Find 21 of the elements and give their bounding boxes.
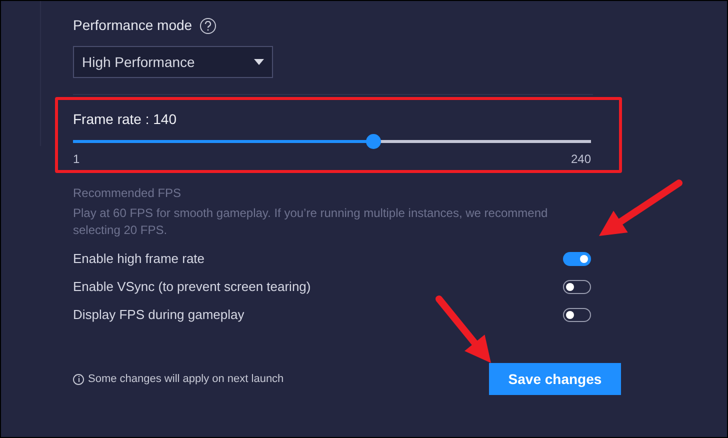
info-note: Some changes will apply on next launch <box>88 372 284 387</box>
arrow-icon <box>599 180 682 236</box>
mode-dropdown[interactable]: High Performance <box>73 46 273 78</box>
toggle-label: Display FPS during gameplay <box>73 306 244 324</box>
max-value: 240 <box>570 151 591 168</box>
recommended-text: Play at 60 FPS for smooth gameplay. If you’re running multiple instances, we recommend selecting 20 FPS. <box>73 205 549 239</box>
toggle-switch[interactable] <box>563 252 591 266</box>
toggle-switch[interactable] <box>563 280 591 294</box>
toggle-switch[interactable] <box>563 308 591 322</box>
toggle-label: Enable VSync (to prevent screen tearing) <box>73 278 311 296</box>
frame-rate-label: Frame rate : 140 <box>73 110 178 129</box>
arrow-icon <box>436 296 491 363</box>
section-title: Performance mode <box>73 16 192 35</box>
slider-track[interactable] <box>73 134 591 149</box>
min-value: 1 <box>73 151 80 168</box>
help-icon[interactable] <box>200 18 216 34</box>
slider-thumb[interactable] <box>366 134 382 149</box>
info-icon <box>73 374 84 384</box>
caret-icon <box>254 59 264 65</box>
recommended-title: Recommended FPS <box>73 185 182 202</box>
toggle-label: Enable high frame rate <box>73 250 205 268</box>
